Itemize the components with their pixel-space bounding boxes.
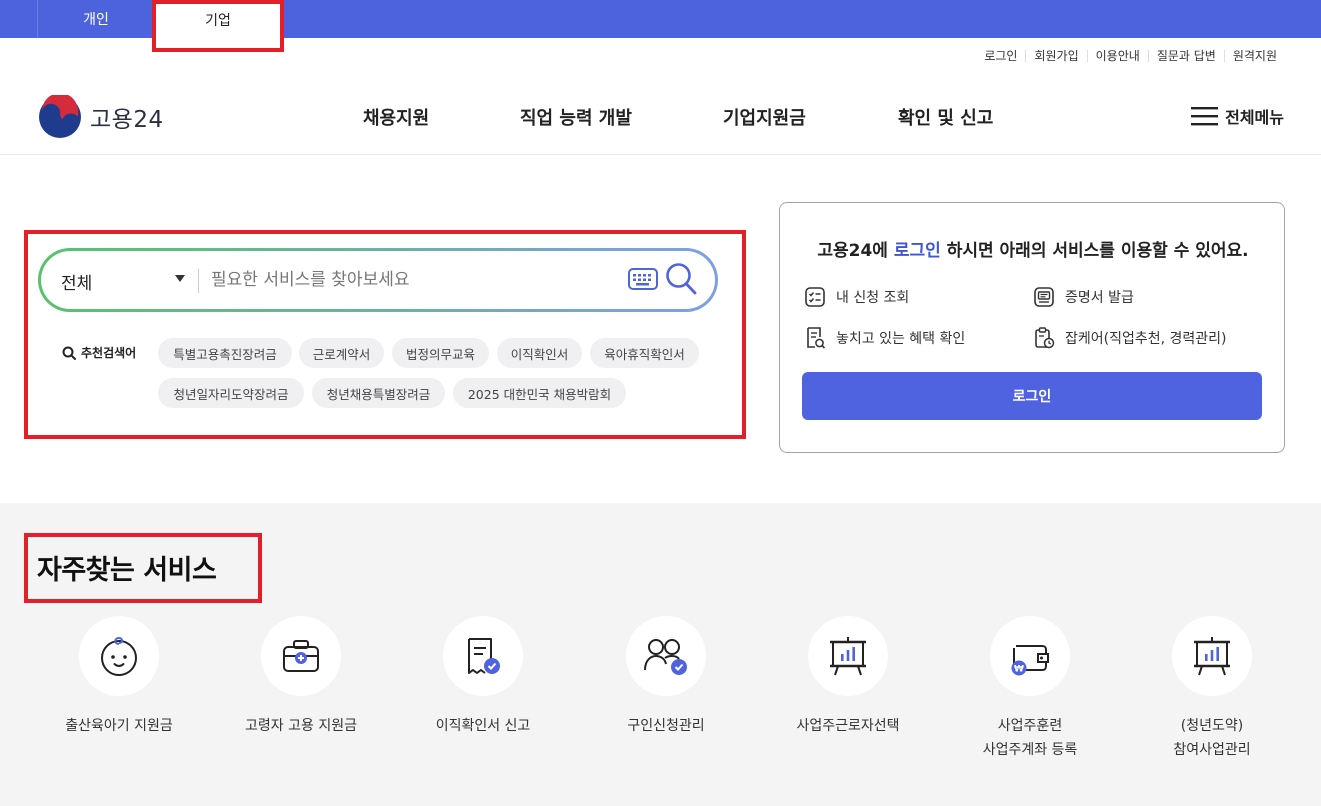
service-jobcare[interactable]: 잡케어(직업추천, 경력관리) — [1033, 326, 1227, 350]
service-label: (청년도약) 참여사업관리 — [1122, 714, 1302, 762]
service-employer-training-account[interactable]: ₩ 사업주훈련 사업주계좌 등록 — [940, 616, 1120, 762]
hamburger-icon — [1191, 107, 1219, 126]
login-button[interactable]: 로그인 — [802, 372, 1262, 420]
service-label-line2: 참여사업관리 — [1173, 742, 1251, 758]
svg-text:₩: ₩ — [1014, 665, 1024, 675]
search-divider — [198, 269, 199, 293]
keyword-chip[interactable]: 청년일자리도약장려금 — [158, 378, 304, 408]
search-small-icon — [62, 346, 76, 360]
presentation-board-icon — [1194, 637, 1230, 676]
keyboard-icon[interactable] — [628, 268, 658, 290]
service-parental-subsidy[interactable]: 출산육아기 지원금 — [29, 616, 209, 738]
caret-down-icon[interactable] — [175, 275, 185, 282]
keyword-chip[interactable]: 근로계약서 — [299, 338, 384, 368]
recommended-keywords-text: 추천검색어 — [81, 346, 137, 360]
taegeuk-logo-icon — [39, 95, 81, 138]
service-icon-circle: ₩ — [990, 616, 1070, 696]
login-card-title-prefix: 고용24에 — [817, 241, 894, 261]
login-card: 고용24에 로그인 하시면 아래의 서비스를 이용할 수 있어요. 내 신청 조… — [779, 202, 1285, 453]
certificate-icon — [1034, 287, 1054, 307]
first-aid-bag-icon — [283, 640, 319, 672]
login-card-title-highlight[interactable]: 로그인 — [894, 241, 941, 261]
service-label: 출산육아기 지원금 — [65, 718, 173, 734]
service-icon-circle — [443, 616, 523, 696]
nav-recruitment[interactable]: 채용지원 — [363, 104, 429, 130]
service-icon-circle — [808, 616, 888, 696]
wallet-won-icon: ₩ — [1011, 645, 1049, 676]
clipboard-clock-icon — [1035, 327, 1055, 349]
users-check-icon — [644, 639, 687, 675]
service-label: 이직확인서 신고 — [435, 718, 531, 734]
site-logo[interactable]: 고용24 — [38, 95, 164, 139]
service-label: 고령자 고용 지원금 — [245, 718, 357, 734]
service-missed-benefits[interactable]: 놓치고 있는 혜택 확인 — [804, 326, 965, 350]
service-label: 사업주근로자선택 — [796, 718, 900, 734]
service-icon-circle — [79, 616, 159, 696]
service-missed-benefits-label: 놓치고 있는 혜택 확인 — [836, 331, 966, 347]
service-jobcare-label: 잡케어(직업추천, 경력관리) — [1065, 331, 1227, 347]
service-certificate[interactable]: 증명서 발급 — [1033, 286, 1134, 308]
nav-skills-development[interactable]: 직업 능력 개발 — [520, 104, 632, 130]
util-remote-support-link[interactable]: 원격지원 — [1223, 50, 1285, 62]
util-login-link[interactable]: 로그인 — [976, 50, 1025, 62]
util-guide-link[interactable]: 이용안내 — [1086, 50, 1148, 62]
service-separation-report[interactable]: 이직확인서 신고 — [393, 616, 573, 738]
all-menu-label: 전체메뉴 — [1225, 108, 1284, 127]
service-elderly-employment-subsidy[interactable]: 고령자 고용 지원금 — [211, 616, 391, 738]
tab-personal[interactable]: 개인 — [37, 0, 155, 38]
keyword-chip[interactable]: 청년채용특별장려금 — [312, 378, 445, 408]
service-certificate-label: 증명서 발급 — [1065, 290, 1134, 306]
tab-corporate-label: 기업 — [205, 13, 231, 29]
keyword-chip[interactable]: 특별고용촉진장려금 — [158, 338, 292, 368]
nav-confirm-report[interactable]: 확인 및 신고 — [898, 104, 993, 130]
util-qna-link[interactable]: 질문과 답변 — [1147, 50, 1224, 62]
presentation-board-icon — [830, 637, 866, 676]
search-icon[interactable] — [665, 262, 697, 296]
service-label-line1: (청년도약) — [1180, 718, 1244, 734]
keyword-chip[interactable]: 육아휴직확인서 — [590, 338, 699, 368]
service-label-line1: 사업주훈련 — [997, 718, 1063, 734]
util-signup-link[interactable]: 회원가입 — [1025, 50, 1086, 62]
all-menu-button[interactable]: 전체메뉴 — [1191, 104, 1284, 128]
keyword-chip[interactable]: 법정의무교육 — [392, 338, 489, 368]
utility-links: 로그인 회원가입 이용안내 질문과 답변 원격지원 — [976, 50, 1285, 62]
service-youth-participation-management[interactable]: (청년도약) 참여사업관리 — [1122, 616, 1302, 762]
logo-text: 고용24 — [90, 107, 164, 133]
service-my-applications-label: 내 신청 조회 — [836, 290, 910, 306]
service-job-posting-management[interactable]: 구인신청관리 — [576, 616, 756, 738]
receipt-check-icon — [468, 638, 500, 674]
recommended-keywords-label: 추천검색어 — [62, 344, 136, 361]
service-icon-circle — [1172, 616, 1252, 696]
service-label: 구인신청관리 — [627, 718, 705, 734]
keyword-chip[interactable]: 이직확인서 — [497, 338, 582, 368]
service-employer-worker-selection[interactable]: 사업주근로자선택 — [758, 616, 938, 738]
service-label-line2: 사업주계좌 등록 — [982, 742, 1078, 758]
service-my-applications[interactable]: 내 신청 조회 — [804, 286, 909, 308]
search-category-select[interactable]: 전체 — [61, 269, 92, 294]
service-label: 사업주훈련 사업주계좌 등록 — [940, 714, 1120, 762]
service-icon-circle — [261, 616, 341, 696]
keyword-chip[interactable]: 2025 대한민국 채용박람회 — [453, 378, 626, 408]
search-input[interactable] — [211, 265, 611, 295]
search-bar-inner: 전체 — [41, 251, 715, 309]
tab-corporate[interactable]: 기업 — [152, 0, 284, 52]
checklist-icon — [805, 287, 825, 307]
document-search-icon — [807, 327, 826, 349]
frequent-services-title: 자주찾는 서비스 — [37, 555, 217, 586]
nav-corporate-subsidy[interactable]: 기업지원금 — [723, 104, 806, 130]
service-icon-circle — [626, 616, 706, 696]
login-card-title-suffix: 하시면 아래의 서비스를 이용할 수 있어요. — [940, 241, 1249, 261]
baby-icon — [101, 636, 137, 676]
search-bar: 전체 — [38, 248, 718, 312]
header-divider — [0, 154, 1321, 155]
login-card-title: 고용24에 로그인 하시면 아래의 서비스를 이용할 수 있어요. — [780, 236, 1286, 261]
